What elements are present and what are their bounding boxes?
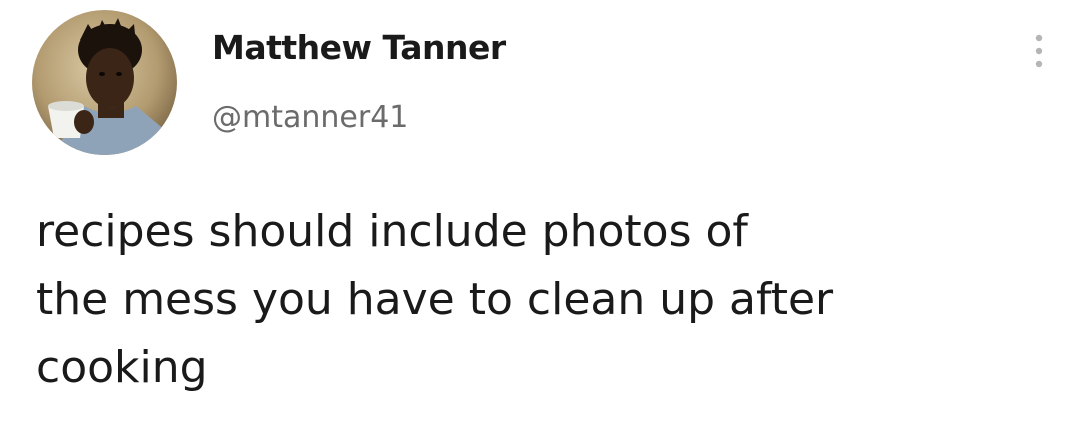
tweet-card: Matthew Tanner @mtanner41 recipes should… [0,0,1080,433]
more-options-button[interactable] [1024,30,1054,74]
avatar[interactable] [32,10,177,155]
tweet-text-line: the mess you have to clean up after [36,274,834,325]
vertical-ellipsis-icon [1035,34,1043,68]
avatar-photo [32,10,177,155]
tweet-text-line: cooking [36,342,208,393]
user-handle[interactable]: @mtanner41 [212,100,408,135]
tweet-text: recipes should include photos of the mes… [36,198,1036,402]
display-name[interactable]: Matthew Tanner [212,28,506,67]
tweet-text-line: recipes should include photos of [36,206,748,257]
